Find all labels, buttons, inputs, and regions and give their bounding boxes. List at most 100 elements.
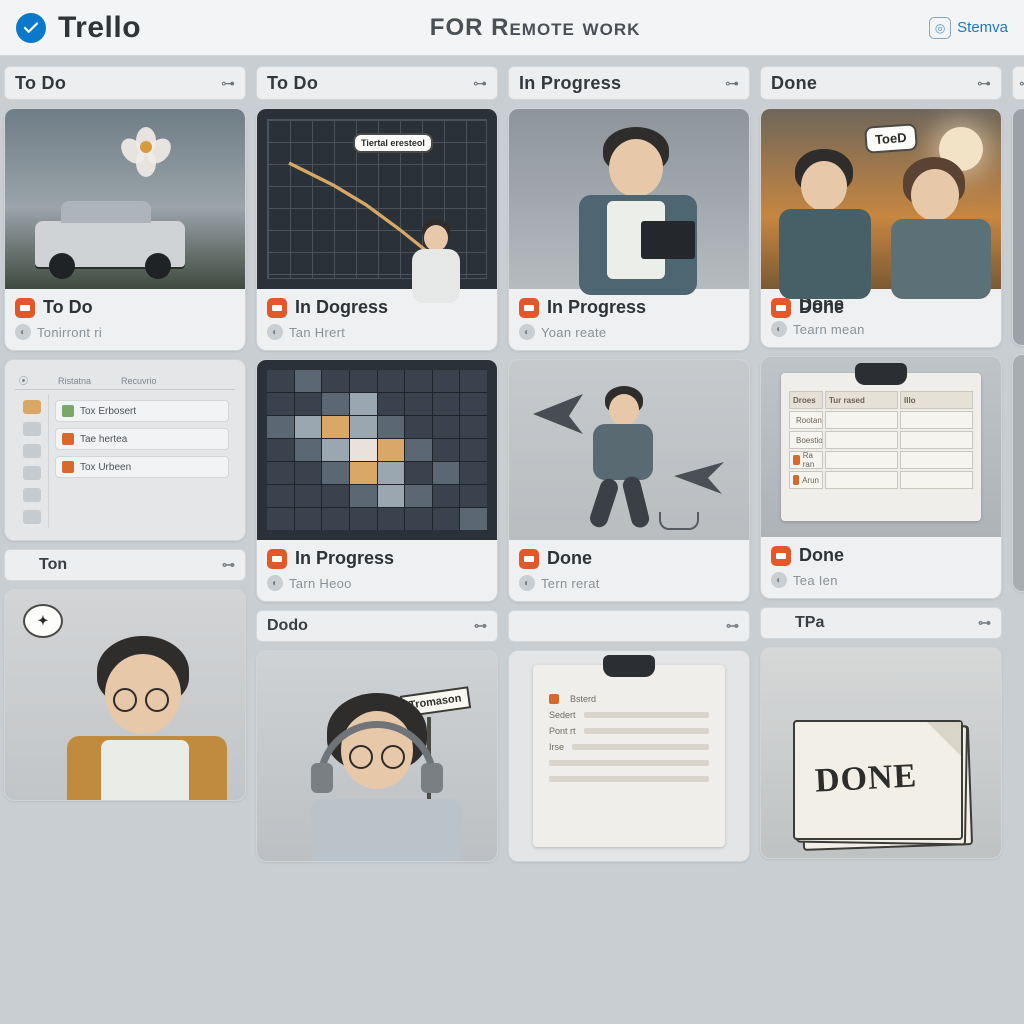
td: Arun bbox=[802, 476, 819, 485]
app-logo-icon[interactable] bbox=[16, 13, 46, 43]
clipboard-clip-icon bbox=[603, 655, 655, 677]
label-chip-icon bbox=[519, 549, 539, 569]
done-handwriting: DONE bbox=[814, 757, 918, 800]
meta-icon: ◐ bbox=[267, 324, 283, 340]
kanban-card[interactable]: ✦ bbox=[4, 589, 246, 801]
card-cover bbox=[5, 109, 245, 289]
card-cover bbox=[509, 109, 749, 289]
th: Illo bbox=[900, 391, 973, 409]
td: Boestion bbox=[796, 436, 823, 445]
list-menu-icon[interactable]: ⊶ bbox=[221, 75, 235, 92]
list-menu-icon[interactable]: ⊶ bbox=[474, 618, 487, 634]
card-cover: ✦ bbox=[5, 590, 245, 800]
list-item-label: Tox Erbosert bbox=[80, 406, 136, 417]
meta-icon: ◐ bbox=[267, 575, 283, 591]
card-cover: ⦿ Ristatna Recuvrio Tox Erbosert Tae her… bbox=[5, 360, 245, 540]
meta-icon: ◐ bbox=[771, 321, 787, 337]
header-account[interactable]: ◎ Stemva bbox=[929, 17, 1008, 39]
card-subtitle: Tearn mean bbox=[793, 322, 865, 337]
list-menu-icon[interactable]: ⊶ bbox=[725, 75, 739, 92]
list-header[interactable]: To Do ⊶ bbox=[4, 66, 246, 100]
card-subtitle: Tarn Heoo bbox=[289, 576, 352, 591]
kanban-card[interactable]: In Progress ◐ Yoan reate bbox=[508, 108, 750, 351]
list-column-overflow[interactable]: ⊶ bbox=[1012, 66, 1024, 1024]
account-label: Stemva bbox=[957, 19, 1008, 36]
list-menu-icon[interactable]: ⊶ bbox=[726, 618, 739, 634]
kanban-card[interactable]: Done ◐ Tern rerat bbox=[508, 359, 750, 602]
card-subtitle: Tern rerat bbox=[541, 576, 600, 591]
list-title: Ton bbox=[39, 556, 67, 574]
list-header[interactable]: ⊶ bbox=[508, 610, 750, 642]
list-title: To Do bbox=[15, 73, 213, 94]
card-title: To Do bbox=[43, 297, 93, 318]
row-label: Sedert bbox=[549, 710, 576, 720]
kanban-card[interactable]: ⦿ Ristatna Recuvrio Tox Erbosert Tae her… bbox=[4, 359, 246, 541]
clipboard-clip-icon bbox=[855, 363, 907, 385]
list-menu-icon[interactable]: ⊶ bbox=[977, 75, 991, 92]
card-cover: Bsterd Sedert Pont rt Irse bbox=[509, 651, 749, 861]
board-title[interactable]: FOR Remote work bbox=[153, 14, 917, 42]
card-subtitle: Yoan reate bbox=[541, 325, 606, 340]
list-item-label: Tox Urbeen bbox=[80, 462, 131, 473]
app-header: Trello FOR Remote work ◎ Stemva bbox=[0, 0, 1024, 56]
td: Rootant bbox=[796, 416, 823, 425]
meta-icon: ◐ bbox=[771, 572, 787, 588]
card-cover: Tromason bbox=[257, 651, 497, 861]
th: Droes bbox=[789, 391, 823, 409]
card-subtitle: Tonirront ri bbox=[37, 325, 102, 340]
card-title: Done bbox=[547, 548, 592, 569]
kanban-card[interactable]: In Progress ◐ Tarn Heoo bbox=[256, 359, 498, 602]
bucket-icon bbox=[659, 512, 699, 530]
label-chip-icon bbox=[267, 298, 287, 318]
label-chip-icon bbox=[771, 546, 791, 566]
car-icon bbox=[35, 221, 185, 267]
list-menu-icon[interactable]: ⊶ bbox=[1019, 75, 1024, 92]
list-column: In Progress ⊶ In Progress ◐ bbox=[508, 66, 750, 1024]
list-title: Dodo bbox=[267, 617, 308, 635]
list-icon bbox=[771, 615, 787, 631]
list-menu-icon[interactable]: ⊶ bbox=[473, 75, 487, 92]
list-header[interactable]: Ton ⊶ bbox=[4, 549, 246, 581]
list-header[interactable]: Done ⊶ bbox=[760, 66, 1002, 100]
card-title: Done bbox=[799, 545, 844, 566]
list-column: To Do ⊶ To Do ◐ Tonirront r bbox=[4, 66, 246, 1024]
list-menu-icon[interactable]: ⊶ bbox=[978, 615, 991, 631]
card-cover: Droes Tur rased Illo Rootant Boestion Ra… bbox=[761, 357, 1001, 537]
list-header[interactable]: In Progress ⊶ bbox=[508, 66, 750, 100]
row-label: Bsterd bbox=[570, 694, 596, 704]
label-chip-icon bbox=[519, 298, 539, 318]
meta-icon: ◐ bbox=[15, 324, 31, 340]
kanban-board: To Do ⊶ To Do ◐ Tonirront r bbox=[0, 56, 1024, 1024]
kanban-card[interactable]: ToeD Done Done Done bbox=[760, 108, 1002, 348]
heatmap-icon bbox=[267, 370, 487, 530]
list-column: Done ⊶ ToeD Done Do bbox=[760, 66, 1002, 1024]
row-label: Pont rt bbox=[549, 726, 576, 736]
card-cover: DONE bbox=[761, 648, 1001, 858]
list-menu-icon[interactable]: ⊶ bbox=[222, 557, 235, 573]
list-title: TPa bbox=[795, 614, 824, 632]
flower-icon bbox=[123, 127, 169, 173]
card-cover bbox=[509, 360, 749, 540]
list-icon bbox=[519, 618, 535, 634]
card-title: In Dogress bbox=[295, 297, 388, 318]
card-title: In Progress bbox=[547, 297, 646, 318]
kanban-card[interactable]: Tromason bbox=[256, 650, 498, 862]
list-column: To Do ⊶ Tiertal eresteol In Dogress bbox=[256, 66, 498, 1024]
list-title: To Do bbox=[267, 73, 465, 94]
kanban-card[interactable]: Tiertal eresteol In Dogress ◐ Tan Hrer bbox=[256, 108, 498, 351]
list-icon bbox=[15, 557, 31, 573]
kanban-card[interactable]: Droes Tur rased Illo Rootant Boestion Ra… bbox=[760, 356, 1002, 599]
list-header[interactable]: Dodo ⊶ bbox=[256, 610, 498, 642]
list-header[interactable]: TPa ⊶ bbox=[760, 607, 1002, 639]
kanban-card[interactable]: DONE bbox=[760, 647, 1002, 859]
thought-bubble-icon: ✦ bbox=[23, 604, 63, 638]
list-item-label: Tae hertea bbox=[80, 434, 127, 445]
app-name: Trello bbox=[58, 11, 141, 45]
paper-plane-icon bbox=[671, 456, 727, 496]
list-header[interactable]: To Do ⊶ bbox=[256, 66, 498, 100]
paper-plane-icon bbox=[533, 394, 583, 434]
kanban-card[interactable]: To Do ◐ Tonirront ri bbox=[4, 108, 246, 351]
list-title: Done bbox=[771, 73, 969, 94]
kanban-card[interactable]: Bsterd Sedert Pont rt Irse bbox=[508, 650, 750, 862]
th: Tur rased bbox=[825, 391, 898, 409]
